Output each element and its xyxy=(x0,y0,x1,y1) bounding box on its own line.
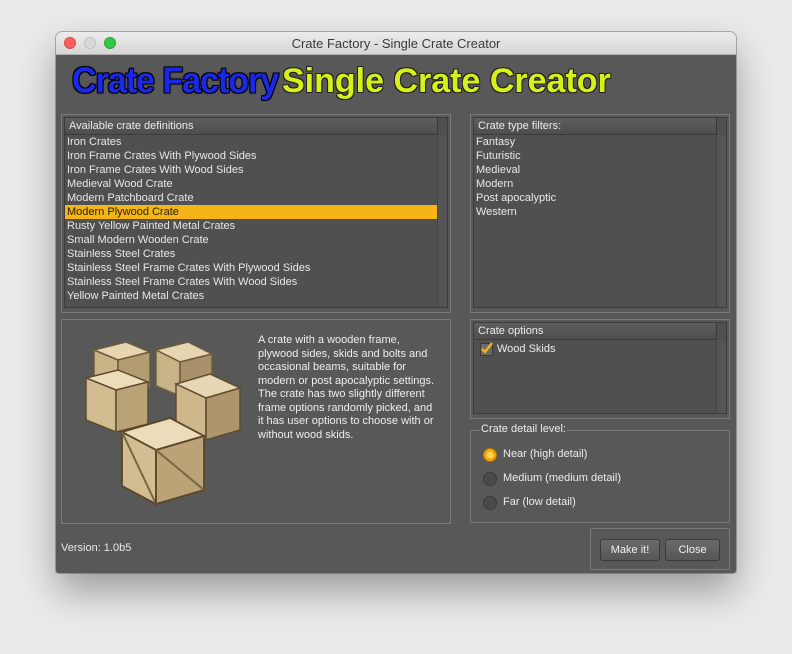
crate-type-filters-list[interactable]: Crate type filters: Fantasy Futuristic Med… xyxy=(473,117,727,308)
radio-far-label[interactable]: Far (low detail) xyxy=(503,496,576,508)
filter-item[interactable]: Futuristic xyxy=(474,149,726,163)
checkmark-icon xyxy=(481,342,493,354)
radio-medium-indicator[interactable] xyxy=(483,472,497,486)
options-list-header[interactable]: Crate options xyxy=(474,323,717,340)
definition-item[interactable]: Iron Crates xyxy=(65,135,437,149)
app-window: Crate Factory - Single Crate Creator Cra… xyxy=(56,32,736,573)
action-buttons-box: Make it! Close xyxy=(590,528,730,570)
filters-list-header[interactable]: Crate type filters: xyxy=(474,118,717,135)
definition-item[interactable]: Stainless Steel Crates xyxy=(65,247,437,261)
crate-shape xyxy=(119,417,207,506)
radio-far-indicator[interactable] xyxy=(483,496,497,510)
definitions-items: Iron Crates Iron Frame Crates With Plywoo… xyxy=(65,135,447,303)
crate-shape xyxy=(83,369,151,434)
options-panel: Crate options Wood Skids xyxy=(470,319,730,419)
make-it-button[interactable]: Make it! xyxy=(600,539,660,561)
definition-item[interactable]: Iron Frame Crates With Plywood Sides xyxy=(65,149,437,163)
crate-factory-logo: Crate Factory xyxy=(72,61,279,101)
window-title: Crate Factory - Single Crate Creator xyxy=(291,36,501,51)
definition-item[interactable]: Stainless Steel Frame Crates With Plywoo… xyxy=(65,261,437,275)
filter-item[interactable]: Modern xyxy=(474,177,726,191)
version-label: Version: 1.0b5 xyxy=(61,542,132,554)
definition-item[interactable]: Rusty Yellow Painted Metal Crates xyxy=(65,219,437,233)
single-crate-creator-heading: Single Crate Creator xyxy=(282,62,611,100)
definition-item[interactable]: Small Modern Wooden Crate xyxy=(65,233,437,247)
definitions-scrollbar[interactable] xyxy=(437,135,447,307)
definitions-list-header[interactable]: Available crate definitions xyxy=(65,118,438,135)
definition-item[interactable]: Yellow Painted Metal Crates xyxy=(65,289,437,303)
filter-item[interactable]: Western xyxy=(474,205,726,219)
crate-preview-image xyxy=(83,341,243,506)
definitions-panel: Available crate definitions Iron Crates I… xyxy=(61,114,451,313)
crate-options-list[interactable]: Crate options Wood Skids xyxy=(473,322,727,414)
filters-panel: Crate type filters: Fantasy Futuristic Med… xyxy=(470,114,730,313)
close-button[interactable]: Close xyxy=(665,539,720,561)
wood-skids-checkbox[interactable] xyxy=(480,342,493,356)
options-scrollbar[interactable] xyxy=(716,340,726,413)
definition-item[interactable]: Modern Patchboard Crate xyxy=(65,191,437,205)
filter-item[interactable]: Fantasy xyxy=(474,135,726,149)
filter-item[interactable]: Post apocalyptic xyxy=(474,191,726,205)
definition-item[interactable]: Iron Frame Crates With Wood Sides xyxy=(65,163,437,177)
definition-item[interactable]: Medieval Wood Crate xyxy=(65,177,437,191)
preview-panel: A crate with a wooden frame, plywood sid… xyxy=(61,319,451,524)
radio-near-indicator[interactable] xyxy=(483,448,497,462)
filters-scrollbar[interactable] xyxy=(716,135,726,307)
crate-description: A crate with a wooden frame, plywood sid… xyxy=(258,334,435,441)
radio-near-label[interactable]: Near (high detail) xyxy=(503,448,587,460)
filters-items: Fantasy Futuristic Medieval Modern Post apoc… xyxy=(474,135,726,219)
title-bar[interactable]: Crate Factory - Single Crate Creator xyxy=(56,32,736,55)
definition-item[interactable]: Modern Plywood Crate xyxy=(65,205,437,219)
detail-level-label: Crate detail level: xyxy=(480,423,567,435)
detail-level-group: Crate detail level: Near (high detail) M… xyxy=(470,423,730,523)
filter-item[interactable]: Medieval xyxy=(474,163,726,177)
wood-skids-label[interactable]: Wood Skids xyxy=(497,343,556,355)
crate-definitions-list[interactable]: Available crate definitions Iron Crates I… xyxy=(64,117,448,308)
radio-medium-label[interactable]: Medium (medium detail) xyxy=(503,472,621,484)
definition-item[interactable]: Stainless Steel Frame Crates With Wood S… xyxy=(65,275,437,289)
